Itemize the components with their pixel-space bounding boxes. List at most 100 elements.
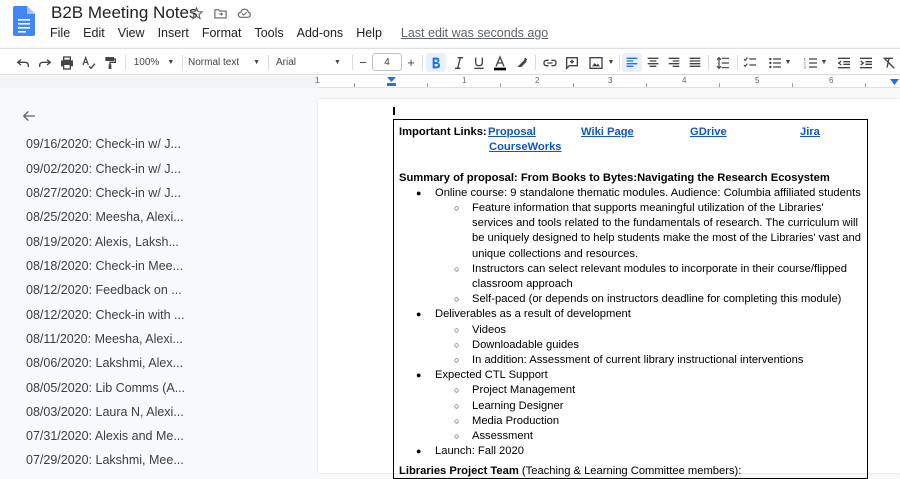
spellcheck-icon[interactable] — [80, 53, 98, 72]
list-item: Learning Designer — [472, 400, 564, 412]
bullet-icon: ○ — [454, 203, 460, 213]
ruler-tick — [500, 83, 501, 87]
outline-item[interactable]: 08/25/2020: Meesha, Alexi... — [26, 210, 184, 224]
list-item: Project Management — [472, 384, 576, 396]
numbered-list-icon[interactable]: 123 ▼ — [800, 53, 830, 72]
align-left-button[interactable] — [622, 53, 642, 72]
team-label: Libraries Project Team — [399, 465, 519, 477]
menu-file[interactable]: File — [50, 26, 70, 40]
link-wiki-page[interactable]: Wiki Page — [581, 126, 634, 138]
comment-icon[interactable] — [563, 53, 581, 72]
menu-add-ons[interactable]: Add-ons — [297, 26, 344, 40]
chevron-down-icon: ▼ — [334, 59, 341, 66]
clear-formatting-icon[interactable] — [880, 53, 898, 72]
ruler-tick — [646, 83, 647, 87]
outline-item[interactable]: 09/16/2020: Check-in w/ J... — [26, 137, 181, 151]
menu-view[interactable]: View — [118, 26, 145, 40]
bullet-icon: ● — [416, 188, 422, 198]
move-folder-icon[interactable] — [211, 5, 229, 21]
ruler-margin — [0, 76, 318, 88]
menu-insert[interactable]: Insert — [158, 26, 189, 40]
menu-edit[interactable]: Edit — [83, 26, 105, 40]
font-value: Arial — [276, 57, 297, 68]
links-label: Important Links: — [399, 126, 487, 138]
list-item: Instructors can select relevant modules … — [472, 263, 847, 275]
ruler-number: 6 — [829, 76, 834, 85]
link-icon[interactable] — [541, 53, 559, 72]
increase-indent-icon[interactable] — [857, 53, 875, 72]
underline-icon[interactable] — [470, 53, 488, 72]
content-table[interactable]: Important Links: Proposal Wiki Page GDri… — [393, 119, 868, 479]
list-item: Downloadable guides — [472, 339, 579, 351]
ruler-tick — [792, 83, 793, 87]
outline-item[interactable]: 08/27/2020: Check-in w/ J... — [26, 186, 181, 200]
chevron-down-icon: ▼ — [607, 59, 615, 66]
outline-item[interactable]: 08/05/2020: Lib Comms (A... — [26, 381, 185, 395]
paragraph-style-select[interactable]: Normal text ▼ — [188, 53, 262, 72]
paint-format-icon[interactable] — [101, 53, 119, 72]
ruler-number: 3 — [608, 76, 613, 85]
toolbar-divider — [619, 55, 620, 70]
insert-image-icon[interactable]: ▼ — [586, 53, 616, 72]
document-title[interactable]: B2B Meeting Notes — [51, 3, 197, 23]
text-color-icon[interactable] — [491, 53, 509, 72]
undo-icon[interactable] — [14, 53, 32, 72]
bullet-icon: ○ — [454, 355, 460, 365]
bulleted-list-icon[interactable]: ▼ — [764, 53, 794, 72]
outline-item[interactable]: 08/18/2020: Check-in Mee... — [26, 259, 183, 273]
outline-item[interactable]: 09/02/2020: Check-in w/ J... — [26, 162, 181, 176]
list-item: Expected CTL Support — [435, 369, 548, 381]
bullet-icon: ○ — [454, 401, 460, 411]
zoom-select[interactable]: 100% ▼ — [132, 53, 176, 72]
link-proposal[interactable]: Proposal — [488, 126, 536, 138]
team-heading: Libraries Project Team (Teaching & Learn… — [399, 465, 741, 477]
left-indent-marker-icon[interactable] — [387, 77, 396, 86]
outline-item[interactable]: 08/12/2020: Feedback on ... — [26, 283, 182, 297]
outline-item[interactable]: 08/06/2020: Lakshmi, Alex... — [26, 356, 183, 370]
list-item: Online course: 9 standalone thematic mod… — [435, 187, 861, 199]
menu-help[interactable]: Help — [356, 26, 382, 40]
outline-item[interactable]: 08/11/2020: Meesha, Alexi... — [26, 332, 183, 346]
menu-tools[interactable]: Tools — [254, 26, 283, 40]
ruler-number: 2 — [535, 76, 540, 85]
outline-item[interactable]: 07/31/2020: Alexis and Me... — [26, 429, 184, 443]
decrease-indent-icon[interactable] — [835, 53, 853, 72]
docs-logo-icon[interactable] — [13, 6, 35, 36]
highlight-icon[interactable] — [513, 53, 531, 72]
font-size-input[interactable]: 4 — [372, 53, 402, 71]
cloud-saved-icon[interactable] — [235, 5, 253, 21]
align-center-icon[interactable] — [644, 53, 662, 72]
list-item-continued: be uniquely designed to help students ma… — [472, 232, 861, 244]
right-indent-marker-icon[interactable] — [890, 79, 899, 87]
star-icon[interactable] — [187, 5, 205, 21]
redo-icon[interactable] — [36, 53, 54, 72]
outline-item[interactable]: 08/03/2020: Laura N, Alexi... — [26, 405, 184, 419]
last-edit-link[interactable]: Last edit was seconds ago — [401, 26, 548, 40]
link-gdrive[interactable]: GDrive — [690, 126, 727, 138]
justify-icon[interactable] — [686, 53, 704, 72]
team-suffix: (Teaching & Learning Committee members): — [518, 465, 742, 477]
link-courseworks[interactable]: CourseWorks — [489, 141, 562, 153]
document-page[interactable]: Important Links: Proposal Wiki Page GDri… — [318, 99, 900, 479]
toolbar-divider — [182, 55, 183, 70]
font-select[interactable]: Arial ▼ — [276, 53, 348, 72]
print-icon[interactable] — [58, 53, 76, 72]
outline-item[interactable]: 08/12/2020: Check-in with ... — [26, 308, 184, 322]
bold-button[interactable] — [426, 53, 446, 72]
list-item: In addition: Assessment of current libra… — [472, 354, 804, 366]
menu-format[interactable]: Format — [202, 26, 242, 40]
outline-item[interactable]: 08/19/2020: Alexis, Laksh... — [26, 235, 179, 249]
italic-icon[interactable] — [450, 53, 468, 72]
checklist-icon[interactable] — [741, 53, 759, 72]
ruler-tick — [573, 83, 574, 87]
bullet-icon: ○ — [454, 431, 460, 441]
link-jira[interactable]: Jira — [800, 126, 820, 138]
bullet-icon: ○ — [454, 294, 460, 304]
outline-item[interactable]: 07/29/2020: Lakshmi, Mee... — [26, 453, 184, 467]
line-spacing-icon[interactable] — [714, 53, 732, 72]
increase-font-size-button[interactable]: + — [404, 53, 418, 72]
decrease-font-size-button[interactable]: − — [356, 53, 370, 72]
back-arrow-icon[interactable] — [20, 107, 38, 125]
align-right-icon[interactable] — [665, 53, 683, 72]
bullet-icon: ○ — [454, 325, 460, 335]
